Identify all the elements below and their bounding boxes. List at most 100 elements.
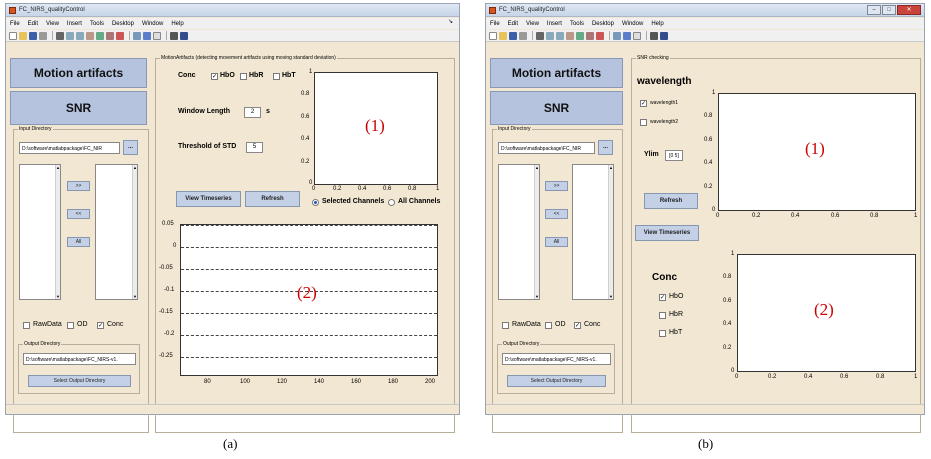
menu-tools[interactable]: Tools: [570, 21, 584, 27]
colorbar-icon[interactable]: [143, 31, 151, 40]
all-channels-radio[interactable]: [388, 199, 395, 206]
scrollbar[interactable]: [132, 165, 137, 299]
od-checkbox[interactable]: [545, 322, 552, 329]
menu-insert[interactable]: Insert: [67, 21, 82, 27]
hbo-checkbox[interactable]: ✓: [659, 294, 666, 301]
rotate-icon[interactable]: [576, 31, 584, 40]
open-folder-icon[interactable]: [499, 31, 507, 40]
axes-2[interactable]: (2): [180, 224, 438, 376]
save-icon[interactable]: [509, 31, 517, 40]
open-folder-icon[interactable]: [19, 31, 27, 40]
motion-artifacts-button[interactable]: Motion artifacts: [490, 58, 623, 88]
data-cursor-icon[interactable]: [586, 31, 594, 40]
menu-window[interactable]: Window: [142, 21, 163, 27]
print-icon[interactable]: [39, 31, 47, 40]
menu-view[interactable]: View: [526, 21, 539, 27]
zoom-in-icon[interactable]: [546, 31, 554, 40]
channel-list-left[interactable]: [19, 164, 61, 300]
axes-1[interactable]: (1): [718, 93, 916, 211]
output-directory-field[interactable]: D:\software\matlabpackage\FC_NIRS-v1.: [23, 353, 136, 365]
axes-2[interactable]: (2): [737, 254, 916, 372]
zoom-in-icon[interactable]: [66, 31, 74, 40]
pointer-icon[interactable]: [536, 31, 544, 40]
snr-button[interactable]: SNR: [490, 91, 623, 125]
pan-icon[interactable]: [86, 31, 94, 40]
threshold-input[interactable]: 5: [246, 142, 263, 153]
hbr-checkbox[interactable]: [659, 312, 666, 319]
rawdata-checkbox[interactable]: [502, 322, 509, 329]
minimize-icon[interactable]: –: [867, 5, 881, 15]
axes-1[interactable]: (1): [314, 72, 438, 185]
output-directory-field[interactable]: D:\software\matlabpackage\FC_NIRS-v1.: [502, 353, 611, 365]
menu-window[interactable]: Window: [622, 21, 643, 27]
channel-list-left[interactable]: [498, 164, 540, 300]
menu-help[interactable]: Help: [171, 21, 183, 27]
menu-dock-arrow-icon[interactable]: ↘: [448, 18, 453, 25]
legend-icon[interactable]: [153, 31, 161, 40]
hide-tools-icon[interactable]: [650, 31, 658, 40]
all-channels-button[interactable]: All: [67, 237, 90, 247]
show-tools-icon[interactable]: [660, 31, 668, 40]
menu-edit[interactable]: Edit: [28, 21, 38, 27]
select-output-directory-button[interactable]: Select Output Directory: [507, 375, 606, 387]
channel-list-right[interactable]: [572, 164, 614, 300]
menu-view[interactable]: View: [46, 21, 59, 27]
window-length-input[interactable]: 2: [244, 107, 261, 118]
conc-checkbox[interactable]: ✓: [574, 322, 581, 329]
hbr-checkbox[interactable]: [240, 73, 247, 80]
input-directory-field[interactable]: D:\software\matlabpackage\FC_NIR: [498, 142, 595, 154]
view-timeseries-button[interactable]: View Timeseries: [176, 191, 241, 207]
menu-help[interactable]: Help: [651, 21, 663, 27]
add-channel-button[interactable]: >>: [545, 181, 568, 191]
rotate-icon[interactable]: [96, 31, 104, 40]
wavelength2-checkbox[interactable]: [640, 119, 647, 126]
new-file-icon[interactable]: [9, 31, 17, 40]
hide-tools-icon[interactable]: [170, 31, 178, 40]
menu-edit[interactable]: Edit: [508, 21, 518, 27]
maximize-icon[interactable]: □: [882, 5, 896, 15]
select-output-directory-button[interactable]: Select Output Directory: [28, 375, 131, 387]
hbo-checkbox[interactable]: ✓: [211, 73, 218, 80]
scrollbar[interactable]: [534, 165, 539, 299]
remove-channel-button[interactable]: <<: [67, 209, 90, 219]
scrollbar[interactable]: [55, 165, 60, 299]
selected-channels-radio[interactable]: [312, 199, 319, 206]
hbt-checkbox[interactable]: [659, 330, 666, 337]
save-icon[interactable]: [29, 31, 37, 40]
input-directory-field[interactable]: D:\software\matlabpackage\FC_NIR: [19, 142, 120, 154]
legend-icon[interactable]: [633, 31, 641, 40]
data-cursor-icon[interactable]: [106, 31, 114, 40]
od-checkbox[interactable]: [67, 322, 74, 329]
close-icon[interactable]: ✕: [897, 5, 921, 15]
menu-file[interactable]: File: [10, 21, 20, 27]
ylim-input[interactable]: [0 5]: [665, 150, 683, 161]
browse-input-button[interactable]: ...: [598, 140, 613, 155]
print-icon[interactable]: [519, 31, 527, 40]
link-icon[interactable]: [133, 31, 141, 40]
colorbar-icon[interactable]: [623, 31, 631, 40]
menu-insert[interactable]: Insert: [547, 21, 562, 27]
pointer-icon[interactable]: [56, 31, 64, 40]
menu-desktop[interactable]: Desktop: [592, 21, 614, 27]
menu-tools[interactable]: Tools: [90, 21, 104, 27]
motion-artifacts-button[interactable]: Motion artifacts: [10, 58, 147, 88]
remove-channel-button[interactable]: <<: [545, 209, 568, 219]
new-file-icon[interactable]: [489, 31, 497, 40]
wavelength1-checkbox[interactable]: ✓: [640, 100, 647, 107]
menu-file[interactable]: File: [490, 21, 500, 27]
zoom-out-icon[interactable]: [556, 31, 564, 40]
refresh-button[interactable]: Refresh: [644, 193, 698, 209]
menu-desktop[interactable]: Desktop: [112, 21, 134, 27]
link-icon[interactable]: [613, 31, 621, 40]
view-timeseries-button[interactable]: View Timeseries: [635, 225, 699, 241]
all-channels-button[interactable]: All: [545, 237, 568, 247]
add-channel-button[interactable]: >>: [67, 181, 90, 191]
refresh-button[interactable]: Refresh: [245, 191, 300, 207]
channel-list-right[interactable]: [95, 164, 138, 300]
scrollbar[interactable]: [608, 165, 613, 299]
brush-icon[interactable]: [596, 31, 604, 40]
browse-input-button[interactable]: ...: [123, 140, 138, 155]
rawdata-checkbox[interactable]: [23, 322, 30, 329]
zoom-out-icon[interactable]: [76, 31, 84, 40]
snr-button[interactable]: SNR: [10, 91, 147, 125]
